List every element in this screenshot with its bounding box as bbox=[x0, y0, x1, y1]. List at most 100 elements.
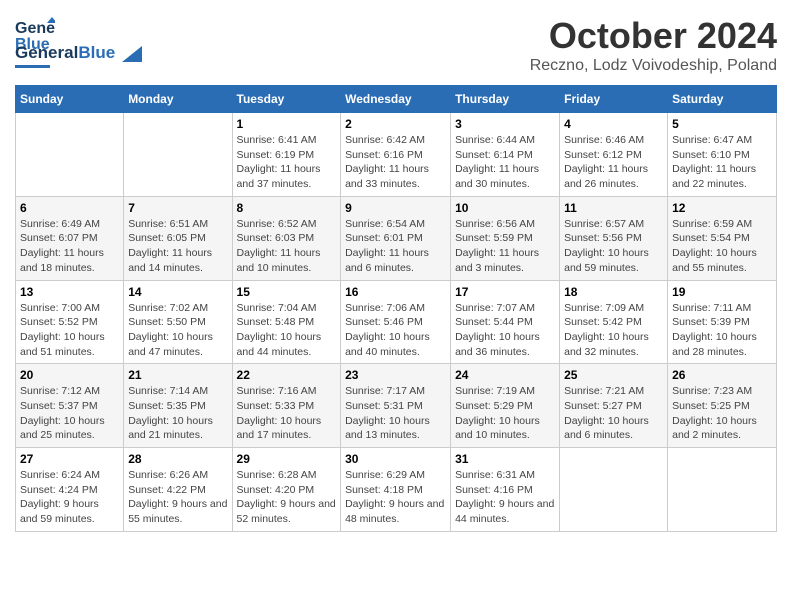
day-number: 22 bbox=[237, 368, 337, 382]
header-wednesday: Wednesday bbox=[341, 86, 451, 113]
day-number: 16 bbox=[345, 285, 446, 299]
calendar-cell: 5Sunrise: 6:47 AMSunset: 6:10 PMDaylight… bbox=[668, 113, 777, 197]
day-info: Sunrise: 7:16 AMSunset: 5:33 PMDaylight:… bbox=[237, 384, 337, 443]
header-sunday: Sunday bbox=[16, 86, 124, 113]
calendar-table: Sunday Monday Tuesday Wednesday Thursday… bbox=[15, 85, 777, 532]
day-number: 9 bbox=[345, 201, 446, 215]
logo-blue: Blue bbox=[78, 43, 115, 62]
calendar-week-3: 13 Sunrise: 7:00 AMSunset: 5:52 PMDayligh… bbox=[16, 280, 777, 364]
day-info: Sunrise: 6:59 AMSunset: 5:54 PMDaylight:… bbox=[672, 217, 772, 276]
day-info: Sunrise: 7:11 AMSunset: 5:39 PMDaylight:… bbox=[672, 301, 772, 360]
day-number: 26 bbox=[672, 368, 772, 382]
day-number: 21 bbox=[128, 368, 227, 382]
header-thursday: Thursday bbox=[451, 86, 560, 113]
day-info: Sunrise: 6:57 AMSunset: 5:56 PMDaylight:… bbox=[564, 217, 663, 276]
calendar-cell: 20Sunrise: 7:12 AMSunset: 5:37 PMDayligh… bbox=[16, 364, 124, 448]
day-number: 29 bbox=[237, 452, 337, 466]
day-info: Sunrise: 7:02 AMSunset: 5:50 PMDaylight:… bbox=[128, 301, 227, 360]
calendar-cell: 11Sunrise: 6:57 AMSunset: 5:56 PMDayligh… bbox=[560, 196, 668, 280]
day-info: Sunrise: 6:26 AMSunset: 4:22 PMDaylight:… bbox=[128, 468, 227, 527]
calendar-cell bbox=[668, 448, 777, 532]
day-info: Sunrise: 6:41 AMSunset: 6:19 PMDaylight:… bbox=[237, 133, 337, 192]
header-tuesday: Tuesday bbox=[232, 86, 341, 113]
day-info: Sunrise: 7:14 AMSunset: 5:35 PMDaylight:… bbox=[128, 384, 227, 443]
day-number: 1 bbox=[237, 117, 337, 131]
day-number: 2 bbox=[345, 117, 446, 131]
day-number: 3 bbox=[455, 117, 555, 131]
day-number: 6 bbox=[20, 201, 119, 215]
day-number: 13 bbox=[20, 285, 119, 299]
day-number: 18 bbox=[564, 285, 663, 299]
header-monday: Monday bbox=[124, 86, 232, 113]
calendar-week-2: 6 Sunrise: 6:49 AMSunset: 6:07 PMDaylight… bbox=[16, 196, 777, 280]
day-info: Sunrise: 7:09 AMSunset: 5:42 PMDaylight:… bbox=[564, 301, 663, 360]
day-info: Sunrise: 6:56 AMSunset: 5:59 PMDaylight:… bbox=[455, 217, 555, 276]
calendar-cell: 27 Sunrise: 6:24 AMSunset: 4:24 PMDayligh… bbox=[16, 448, 124, 532]
calendar-cell: 25 Sunrise: 7:21 AMSunset: 5:27 PMDayligh… bbox=[560, 364, 668, 448]
day-info: Sunrise: 7:00 AMSunset: 5:52 PMDaylight:… bbox=[20, 301, 119, 360]
day-info: Sunrise: 6:54 AMSunset: 6:01 PMDaylight:… bbox=[345, 217, 446, 276]
logo-arrow-icon bbox=[122, 46, 142, 62]
calendar-cell bbox=[124, 113, 232, 197]
calendar-cell: 23Sunrise: 7:17 AMSunset: 5:31 PMDayligh… bbox=[341, 364, 451, 448]
day-number: 10 bbox=[455, 201, 555, 215]
month-title: October 2024 bbox=[530, 15, 777, 57]
day-number: 4 bbox=[564, 117, 663, 131]
day-info: Sunrise: 7:04 AMSunset: 5:48 PMDaylight:… bbox=[237, 301, 337, 360]
calendar-cell: 24 Sunrise: 7:19 AMSunset: 5:29 PMDayligh… bbox=[451, 364, 560, 448]
calendar-cell: 10 Sunrise: 6:56 AMSunset: 5:59 PMDayligh… bbox=[451, 196, 560, 280]
day-info: Sunrise: 6:52 AMSunset: 6:03 PMDaylight:… bbox=[237, 217, 337, 276]
day-info: Sunrise: 7:17 AMSunset: 5:31 PMDaylight:… bbox=[345, 384, 446, 443]
day-info: Sunrise: 6:51 AMSunset: 6:05 PMDaylight:… bbox=[128, 217, 227, 276]
calendar-cell: 28 Sunrise: 6:26 AMSunset: 4:22 PMDayligh… bbox=[124, 448, 232, 532]
day-info: Sunrise: 6:28 AMSunset: 4:20 PMDaylight:… bbox=[237, 468, 337, 527]
page-header: General Blue GeneralBlue October 2024 Re… bbox=[15, 15, 777, 75]
day-info: Sunrise: 6:49 AMSunset: 6:07 PMDaylight:… bbox=[20, 217, 119, 276]
day-number: 15 bbox=[237, 285, 337, 299]
logo-general: General bbox=[15, 43, 78, 62]
calendar-cell: 4 Sunrise: 6:46 AMSunset: 6:12 PMDaylight… bbox=[560, 113, 668, 197]
calendar-header: Sunday Monday Tuesday Wednesday Thursday… bbox=[16, 86, 777, 113]
day-info: Sunrise: 6:46 AMSunset: 6:12 PMDaylight:… bbox=[564, 133, 663, 192]
calendar-cell: 15 Sunrise: 7:04 AMSunset: 5:48 PMDayligh… bbox=[232, 280, 341, 364]
calendar-cell: 29 Sunrise: 6:28 AMSunset: 4:20 PMDayligh… bbox=[232, 448, 341, 532]
day-info: Sunrise: 7:21 AMSunset: 5:27 PMDaylight:… bbox=[564, 384, 663, 443]
calendar-cell: 6 Sunrise: 6:49 AMSunset: 6:07 PMDaylight… bbox=[16, 196, 124, 280]
day-info: Sunrise: 7:23 AMSunset: 5:25 PMDaylight:… bbox=[672, 384, 772, 443]
calendar-week-1: 1 Sunrise: 6:41 AMSunset: 6:19 PMDaylight… bbox=[16, 113, 777, 197]
day-number: 24 bbox=[455, 368, 555, 382]
day-info: Sunrise: 6:24 AMSunset: 4:24 PMDaylight:… bbox=[20, 468, 119, 527]
day-number: 14 bbox=[128, 285, 227, 299]
calendar-cell: 31Sunrise: 6:31 AMSunset: 4:16 PMDayligh… bbox=[451, 448, 560, 532]
day-number: 7 bbox=[128, 201, 227, 215]
calendar-cell: 26 Sunrise: 7:23 AMSunset: 5:25 PMDayligh… bbox=[668, 364, 777, 448]
calendar-cell: 9 Sunrise: 6:54 AMSunset: 6:01 PMDaylight… bbox=[341, 196, 451, 280]
day-info: Sunrise: 6:44 AMSunset: 6:14 PMDaylight:… bbox=[455, 133, 555, 192]
logo-divider bbox=[15, 65, 50, 68]
day-number: 8 bbox=[237, 201, 337, 215]
calendar-cell: 18 Sunrise: 7:09 AMSunset: 5:42 PMDayligh… bbox=[560, 280, 668, 364]
day-number: 31 bbox=[455, 452, 555, 466]
calendar-cell: 16Sunrise: 7:06 AMSunset: 5:46 PMDayligh… bbox=[341, 280, 451, 364]
day-number: 25 bbox=[564, 368, 663, 382]
day-number: 12 bbox=[672, 201, 772, 215]
weekday-header-row: Sunday Monday Tuesday Wednesday Thursday… bbox=[16, 86, 777, 113]
calendar-week-5: 27 Sunrise: 6:24 AMSunset: 4:24 PMDayligh… bbox=[16, 448, 777, 532]
location-subtitle: Reczno, Lodz Voivodeship, Poland bbox=[530, 57, 777, 75]
calendar-cell: 3 Sunrise: 6:44 AMSunset: 6:14 PMDaylight… bbox=[451, 113, 560, 197]
calendar-cell: 22 Sunrise: 7:16 AMSunset: 5:33 PMDayligh… bbox=[232, 364, 341, 448]
calendar-cell: 12 Sunrise: 6:59 AMSunset: 5:54 PMDayligh… bbox=[668, 196, 777, 280]
calendar-cell bbox=[16, 113, 124, 197]
day-number: 27 bbox=[20, 452, 119, 466]
calendar-cell: 19Sunrise: 7:11 AMSunset: 5:39 PMDayligh… bbox=[668, 280, 777, 364]
day-info: Sunrise: 6:29 AMSunset: 4:18 PMDaylight:… bbox=[345, 468, 446, 527]
calendar-cell: 21 Sunrise: 7:14 AMSunset: 5:35 PMDayligh… bbox=[124, 364, 232, 448]
day-number: 17 bbox=[455, 285, 555, 299]
calendar-cell: 2Sunrise: 6:42 AMSunset: 6:16 PMDaylight… bbox=[341, 113, 451, 197]
calendar-cell: 30 Sunrise: 6:29 AMSunset: 4:18 PMDayligh… bbox=[341, 448, 451, 532]
day-info: Sunrise: 7:19 AMSunset: 5:29 PMDaylight:… bbox=[455, 384, 555, 443]
day-number: 28 bbox=[128, 452, 227, 466]
day-info: Sunrise: 7:07 AMSunset: 5:44 PMDaylight:… bbox=[455, 301, 555, 360]
day-number: 30 bbox=[345, 452, 446, 466]
calendar-cell: 14 Sunrise: 7:02 AMSunset: 5:50 PMDayligh… bbox=[124, 280, 232, 364]
